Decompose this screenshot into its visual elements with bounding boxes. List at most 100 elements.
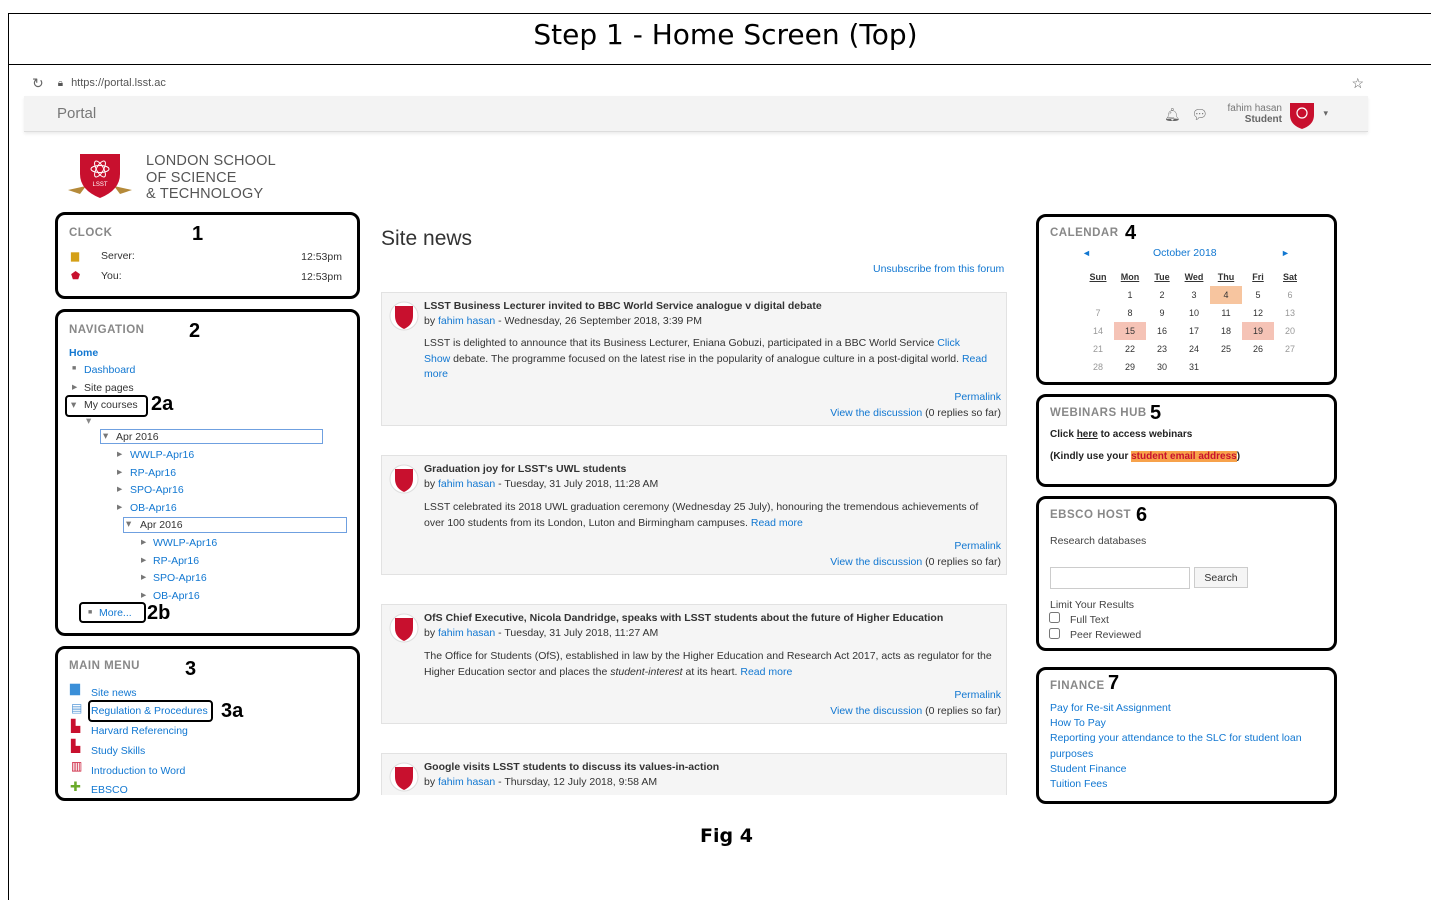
author-link[interactable]: fahim hasan [438,315,495,327]
permalink[interactable]: Permalink [954,689,1001,701]
calendar-day[interactable]: 19 [1242,322,1274,340]
finance-link[interactable]: Student Finance [1050,763,1126,775]
calendar-day[interactable]: 13 [1274,304,1306,322]
calendar-day[interactable]: 16 [1146,322,1178,340]
menu-site-news[interactable]: Site news [91,687,137,699]
calendar-day[interactable]: 30 [1146,358,1178,376]
ebsco-search-button[interactable]: Search [1194,567,1248,588]
calendar-day[interactable]: 18 [1210,322,1242,340]
calendar-day[interactable]: 26 [1242,340,1274,358]
course-link[interactable]: WWLP-Apr16 [153,537,217,549]
menu-harvard[interactable]: Harvard Referencing [91,725,188,737]
calendar-day[interactable]: 8 [1114,304,1146,322]
calendar-day[interactable]: 10 [1178,304,1210,322]
collapse-arrow-icon[interactable]: ▾ [71,399,76,411]
permalink[interactable]: Permalink [954,391,1001,403]
calendar-day[interactable]: 14 [1082,322,1114,340]
read-more-link[interactable]: Read more [751,517,803,529]
nav-dashboard-link[interactable]: Dashboard [84,364,135,376]
course-link[interactable]: RP-Apr16 [153,555,199,567]
messages-icon[interactable]: 💬︎ [1191,107,1208,122]
calendar-day[interactable]: 21 [1082,340,1114,358]
click-link[interactable]: Click [937,337,960,349]
calendar-day[interactable]: 1 [1114,286,1146,304]
group1-node[interactable]: ▾ Apr 2016 [100,429,323,444]
course-link[interactable]: SPO-Apr16 [130,484,184,496]
school-logo[interactable]: LSST LONDON SCHOOL OF SCIENCE & TECHNOLOGY [66,152,276,203]
user-menu-caret-icon[interactable]: ▾ [1323,108,1328,119]
nav-site-pages[interactable]: Site pages [84,382,134,394]
finance-link[interactable]: purposes [1050,748,1093,760]
calendar-day[interactable]: 27 [1274,340,1306,358]
calendar-day[interactable]: 3 [1178,286,1210,304]
finance-link[interactable]: Pay for Re-sit Assignment [1050,702,1171,714]
view-discussion-link[interactable]: View the discussion [830,556,922,568]
read-more-link[interactable]: Read more [740,666,792,678]
portal-brand[interactable]: Portal [57,105,96,122]
user-menu[interactable]: fahim hasan Student [1228,103,1282,125]
permalink[interactable]: Permalink [954,540,1001,552]
calendar-day[interactable]: 11 [1210,304,1242,322]
calendar-day[interactable]: 28 [1082,358,1114,376]
author-avatar-icon[interactable] [389,300,419,332]
calendar-day[interactable]: 12 [1242,304,1274,322]
course-link[interactable]: OB-Apr16 [130,502,177,514]
course-link[interactable]: RP-Apr16 [130,467,176,479]
menu-regulation[interactable]: Regulation & Procedures [91,705,208,717]
prev-month-arrow-icon[interactable]: ◄ [1082,248,1091,258]
calendar-day[interactable]: 31 [1178,358,1210,376]
calendar-month[interactable]: October 2018 [1153,247,1217,259]
group2-node[interactable]: ▾ Apr 2016 [123,517,347,533]
menu-intro-word[interactable]: Introduction to Word [91,765,185,777]
calendar-day[interactable]: 23 [1146,340,1178,358]
finance-link[interactable]: How To Pay [1050,717,1106,729]
user-avatar-icon[interactable] [1288,100,1316,130]
show-link[interactable]: Show [424,353,450,365]
author-link[interactable]: fahim hasan [438,776,495,788]
calendar-day[interactable]: 5 [1242,286,1274,304]
calendar-day [1210,358,1242,376]
calendar-day[interactable]: 25 [1210,340,1242,358]
author-avatar-icon[interactable] [389,463,419,495]
calendar-day[interactable]: 9 [1146,304,1178,322]
menu-study-skills[interactable]: Study Skills [91,745,145,757]
unsubscribe-link[interactable]: Unsubscribe from this forum [873,263,1004,275]
ebsco-search-input[interactable] [1050,567,1190,589]
bookmark-star-icon[interactable]: ☆ [1351,75,1364,92]
calendar-day[interactable]: 2 [1146,286,1178,304]
full-text-checkbox[interactable] [1049,612,1060,623]
read-link[interactable]: Read [962,353,987,365]
reload-icon[interactable]: ↻ [32,75,44,92]
view-discussion-link[interactable]: View the discussion [830,705,922,717]
author-link[interactable]: fahim hasan [438,478,495,490]
finance-link[interactable]: Reporting your attendance to the SLC for… [1050,732,1302,744]
url-text[interactable]: https://portal.lsst.ac [71,77,166,89]
calendar-day[interactable]: 15 [1114,322,1146,340]
next-month-arrow-icon[interactable]: ► [1281,248,1290,258]
author-avatar-icon[interactable] [389,761,419,793]
course-link[interactable]: OB-Apr16 [153,590,200,602]
author-avatar-icon[interactable] [389,612,419,644]
expand-arrow-icon[interactable]: ▸ [72,381,77,393]
nav-more-link[interactable]: More... [99,607,132,619]
calendar-day[interactable]: 7 [1082,304,1114,322]
author-link[interactable]: fahim hasan [438,627,495,639]
finance-link[interactable]: Tuition Fees [1050,778,1107,790]
calendar-day[interactable]: 4 [1210,286,1242,304]
nav-my-courses[interactable]: My courses [84,399,138,411]
view-discussion-link[interactable]: View the discussion [830,407,922,419]
calendar-day[interactable]: 29 [1114,358,1146,376]
more-link[interactable]: more [424,368,448,380]
calendar-day[interactable]: 20 [1274,322,1306,340]
menu-ebsco[interactable]: EBSCO [91,784,128,796]
webinars-here-link[interactable]: here [1077,429,1098,440]
calendar-day[interactable]: 24 [1178,340,1210,358]
course-link[interactable]: WWLP-Apr16 [130,449,194,461]
peer-reviewed-checkbox[interactable] [1049,628,1060,639]
nav-home-link[interactable]: Home [69,347,98,359]
calendar-day[interactable]: 22 [1114,340,1146,358]
calendar-day[interactable]: 6 [1274,286,1306,304]
course-link[interactable]: SPO-Apr16 [153,572,207,584]
notification-bell-icon[interactable]: 🔔︎ [1164,107,1181,122]
calendar-day[interactable]: 17 [1178,322,1210,340]
